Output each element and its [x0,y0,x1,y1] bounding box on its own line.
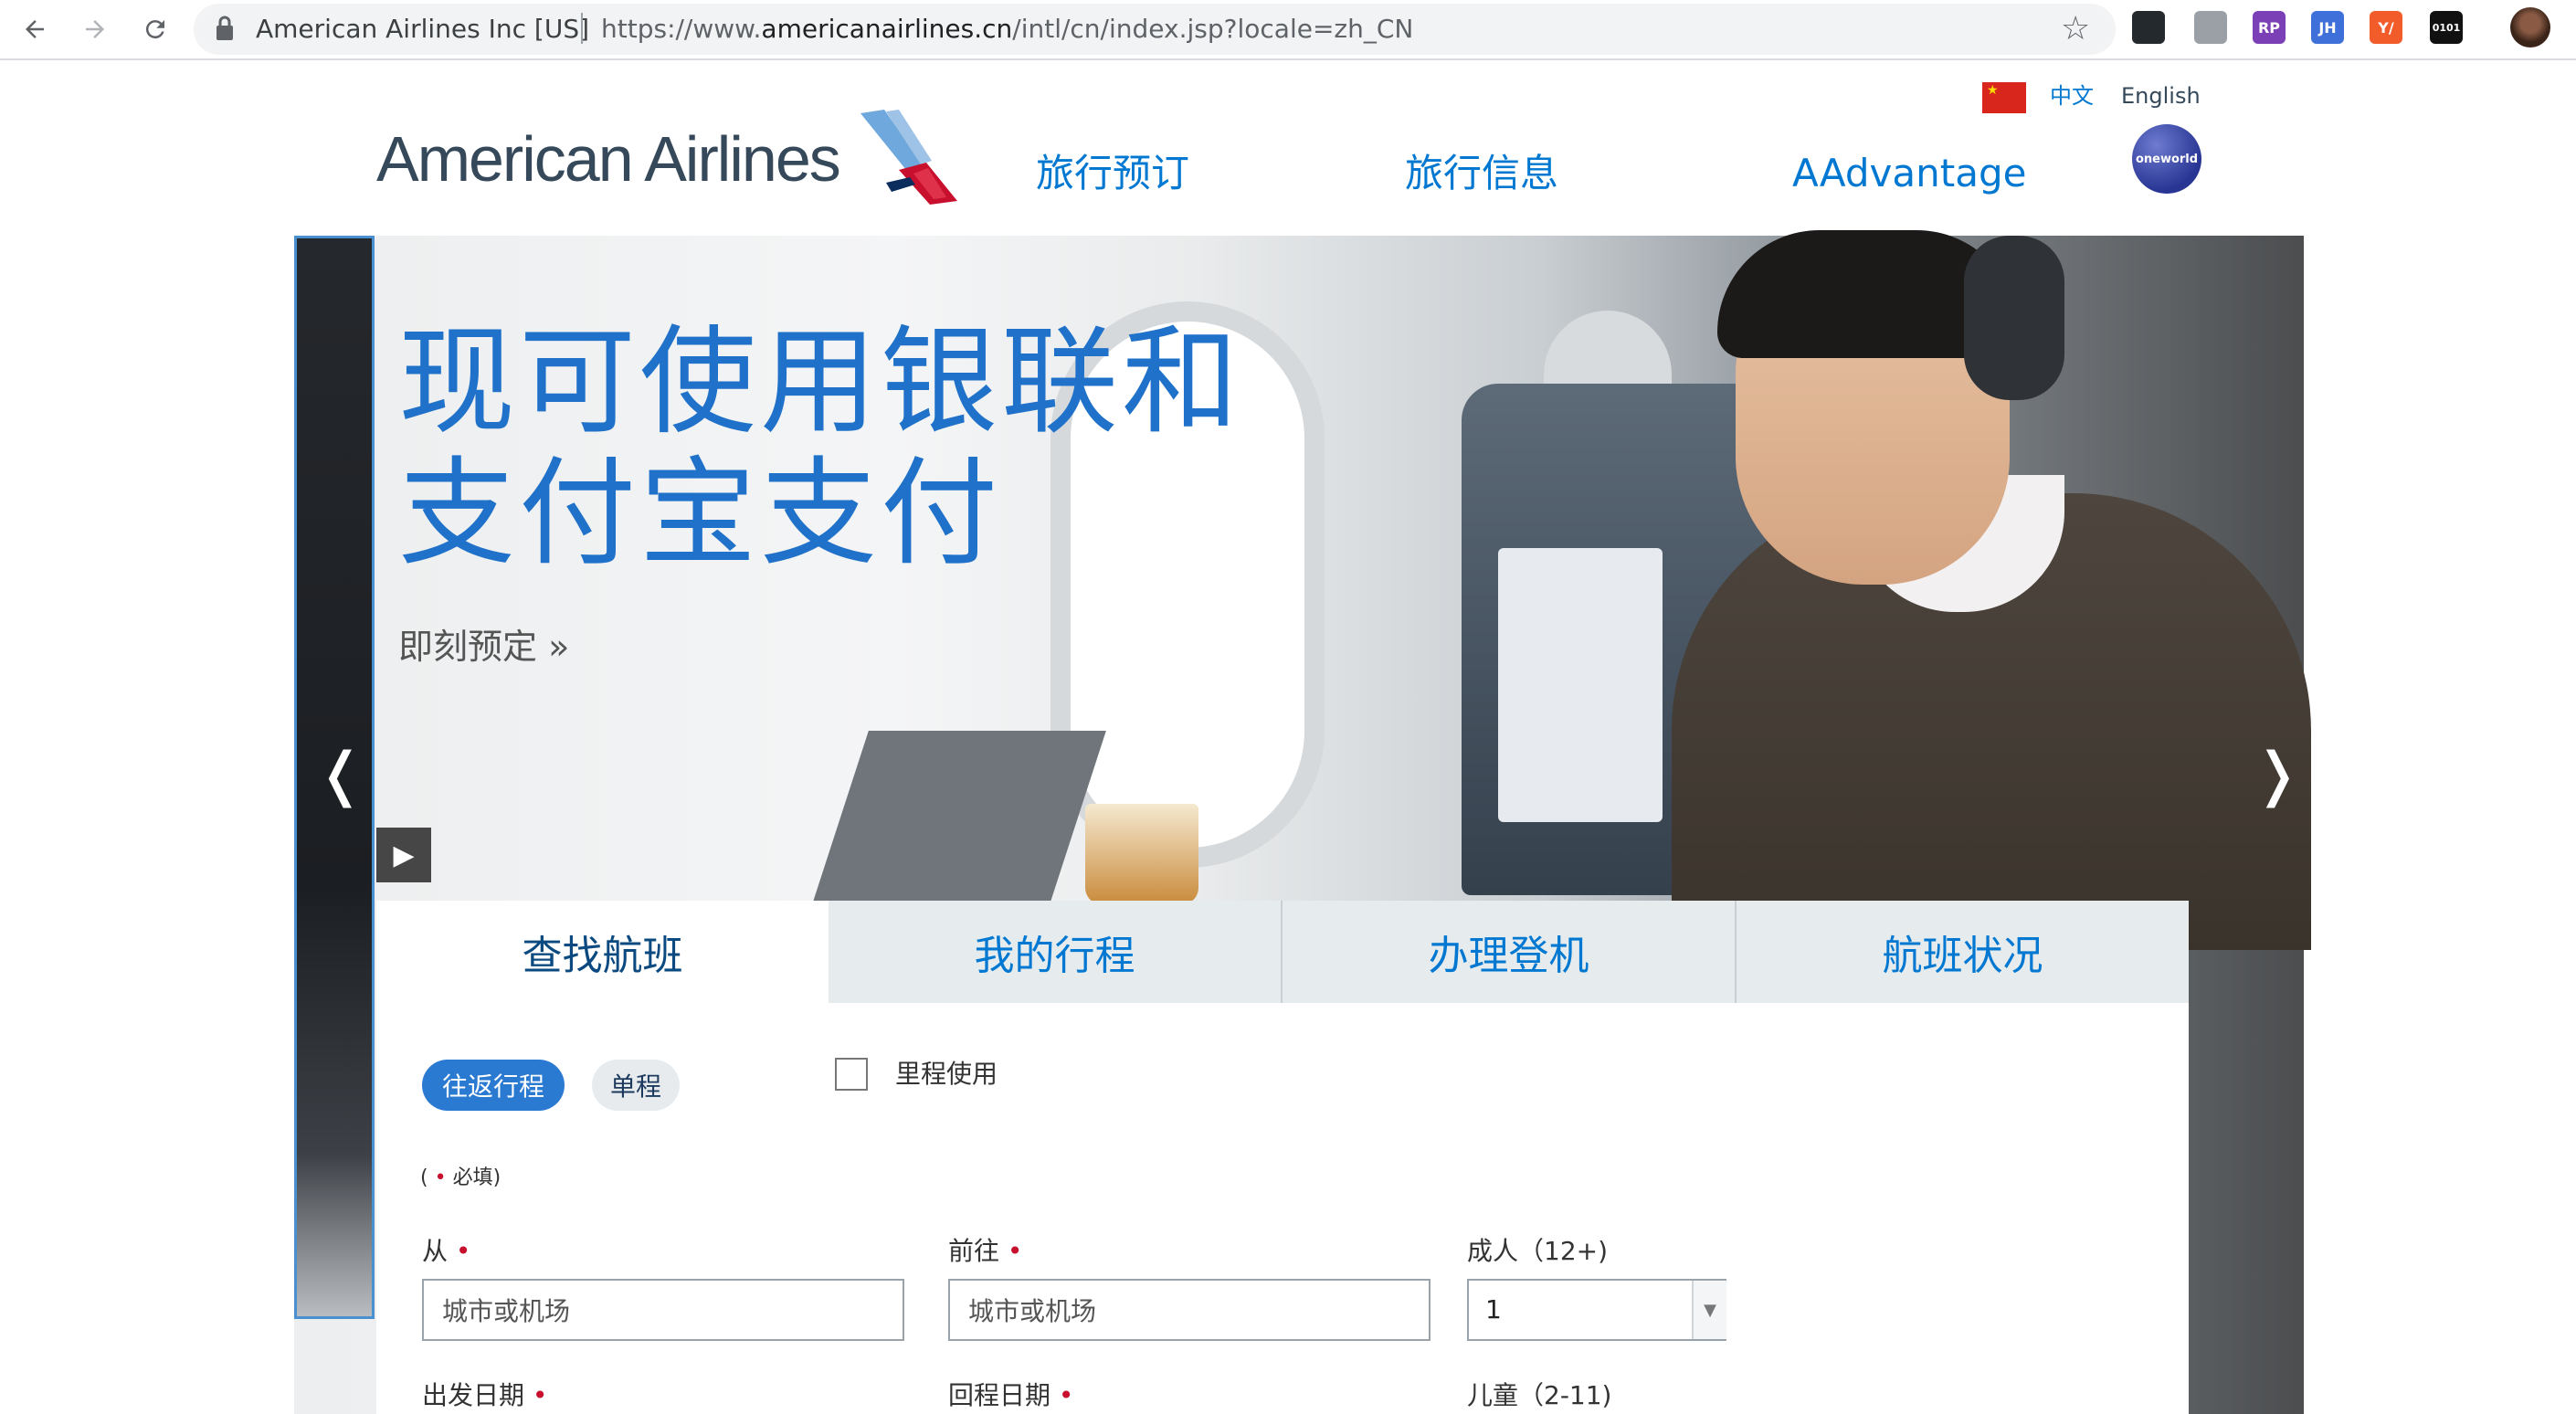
seat-screen [1498,548,1663,822]
arrow-left-icon [26,20,44,38]
use-miles-checkbox[interactable] [835,1058,868,1091]
back-button[interactable] [11,5,58,53]
children-label: 儿童（2-11) [1467,1380,1612,1410]
depart-date-label: 出发日期 • [422,1377,547,1414]
nav-travel-booking[interactable]: 旅行预订 [1036,146,1189,201]
nav-aadvantage[interactable]: AAdvantage [1792,146,2026,201]
jh-extension-icon[interactable]: JH [2311,11,2344,44]
required-dot: • [532,1380,548,1410]
chevron-left-icon[interactable]: ❬ [316,738,365,811]
url-domain: americanairlines.cn [761,14,1013,44]
headphones-illustration [1964,236,2064,400]
language-chinese-link[interactable]: 中文 [2050,80,2094,111]
tab-find-flights[interactable]: 查找航班 [376,901,829,1003]
chevron-right-icon[interactable]: ❭ [2253,738,2302,811]
required-note: ( • 必填) [420,1162,501,1195]
play-icon[interactable]: ▶ [376,828,431,882]
from-label: 从 • [422,1233,470,1270]
from-label-text: 从 [422,1236,449,1266]
hero-headline-line2: 支付宝支付 [398,446,1002,582]
to-label: 前往 • [948,1233,1022,1270]
profile-avatar[interactable] [2510,7,2550,47]
tree-icon[interactable] [2194,11,2227,44]
hero-headline-line1: 现可使用银联和 [398,314,1243,450]
required-dot: • [1058,1380,1074,1410]
reload-button[interactable] [132,5,179,53]
binary-extension-icon[interactable]: 0101 [2430,11,2463,44]
use-miles-label: 里程使用 [895,1059,998,1089]
arrow-right-icon [86,20,104,38]
required-note-text: 必填) [452,1166,501,1189]
required-dot: • [455,1236,471,1266]
forward-button[interactable] [71,5,119,53]
bookmark-star-icon[interactable]: ☆ [2061,9,2090,49]
book-now-link[interactable]: 即刻预定 » [398,619,569,674]
required-dot: • [434,1166,447,1189]
nav-travel-info[interactable]: 旅行信息 [1405,146,1558,201]
flight-symbol-logo-icon[interactable] [859,110,965,205]
return-date-label-text: 回程日期 [948,1380,1051,1410]
url-path: /intl/cn/index.jsp?locale=zh_CN [1012,14,1414,44]
american-airlines-logo-text[interactable]: American Airlines [376,115,841,203]
required-dot: • [1007,1236,1023,1266]
required-note-open: ( [420,1166,428,1189]
one-way-button[interactable]: 单程 [592,1060,680,1111]
tab-flight-status[interactable]: 航班状况 [1735,901,2189,1003]
github-icon[interactable] [2132,11,2165,44]
url-prefix: https://www. [601,14,762,44]
return-date-label: 回程日期 • [948,1377,1073,1414]
booking-tabs: 查找航班 我的行程 办理登机 航班状况 [376,901,2189,1003]
reload-icon [145,20,164,39]
translate-extension-icon[interactable]: Y/ [2370,11,2402,44]
tab-check-in[interactable]: 办理登机 [1281,901,1735,1003]
tab-my-trips[interactable]: 我的行程 [829,901,1281,1003]
from-city-input[interactable]: 城市或机场 [422,1279,904,1341]
adults-select-value: 1 [1485,1294,1502,1324]
url-divider [581,13,583,44]
site-identity: American Airlines Inc [US] [256,14,590,44]
lock-icon [216,16,233,40]
chevron-down-icon[interactable]: ▼ [1692,1281,1726,1339]
drink-glass-illustration [1085,804,1198,904]
url-text[interactable]: https://www.americanairlines.cn/intl/cn/… [601,9,1413,49]
adults-select[interactable] [1467,1279,1726,1341]
china-flag-icon [1982,82,2026,113]
round-trip-button[interactable]: 往返行程 [422,1060,565,1111]
adults-label: 成人（12+) [1467,1236,1609,1266]
rp-extension-icon[interactable]: RP [2253,11,2286,44]
oneworld-logo-icon[interactable]: oneworld [2132,124,2201,194]
to-label-text: 前往 [948,1236,1000,1266]
to-city-input[interactable]: 城市或机场 [948,1279,1431,1341]
language-english-link[interactable]: English [2121,80,2201,111]
depart-date-label-text: 出发日期 [422,1380,525,1410]
